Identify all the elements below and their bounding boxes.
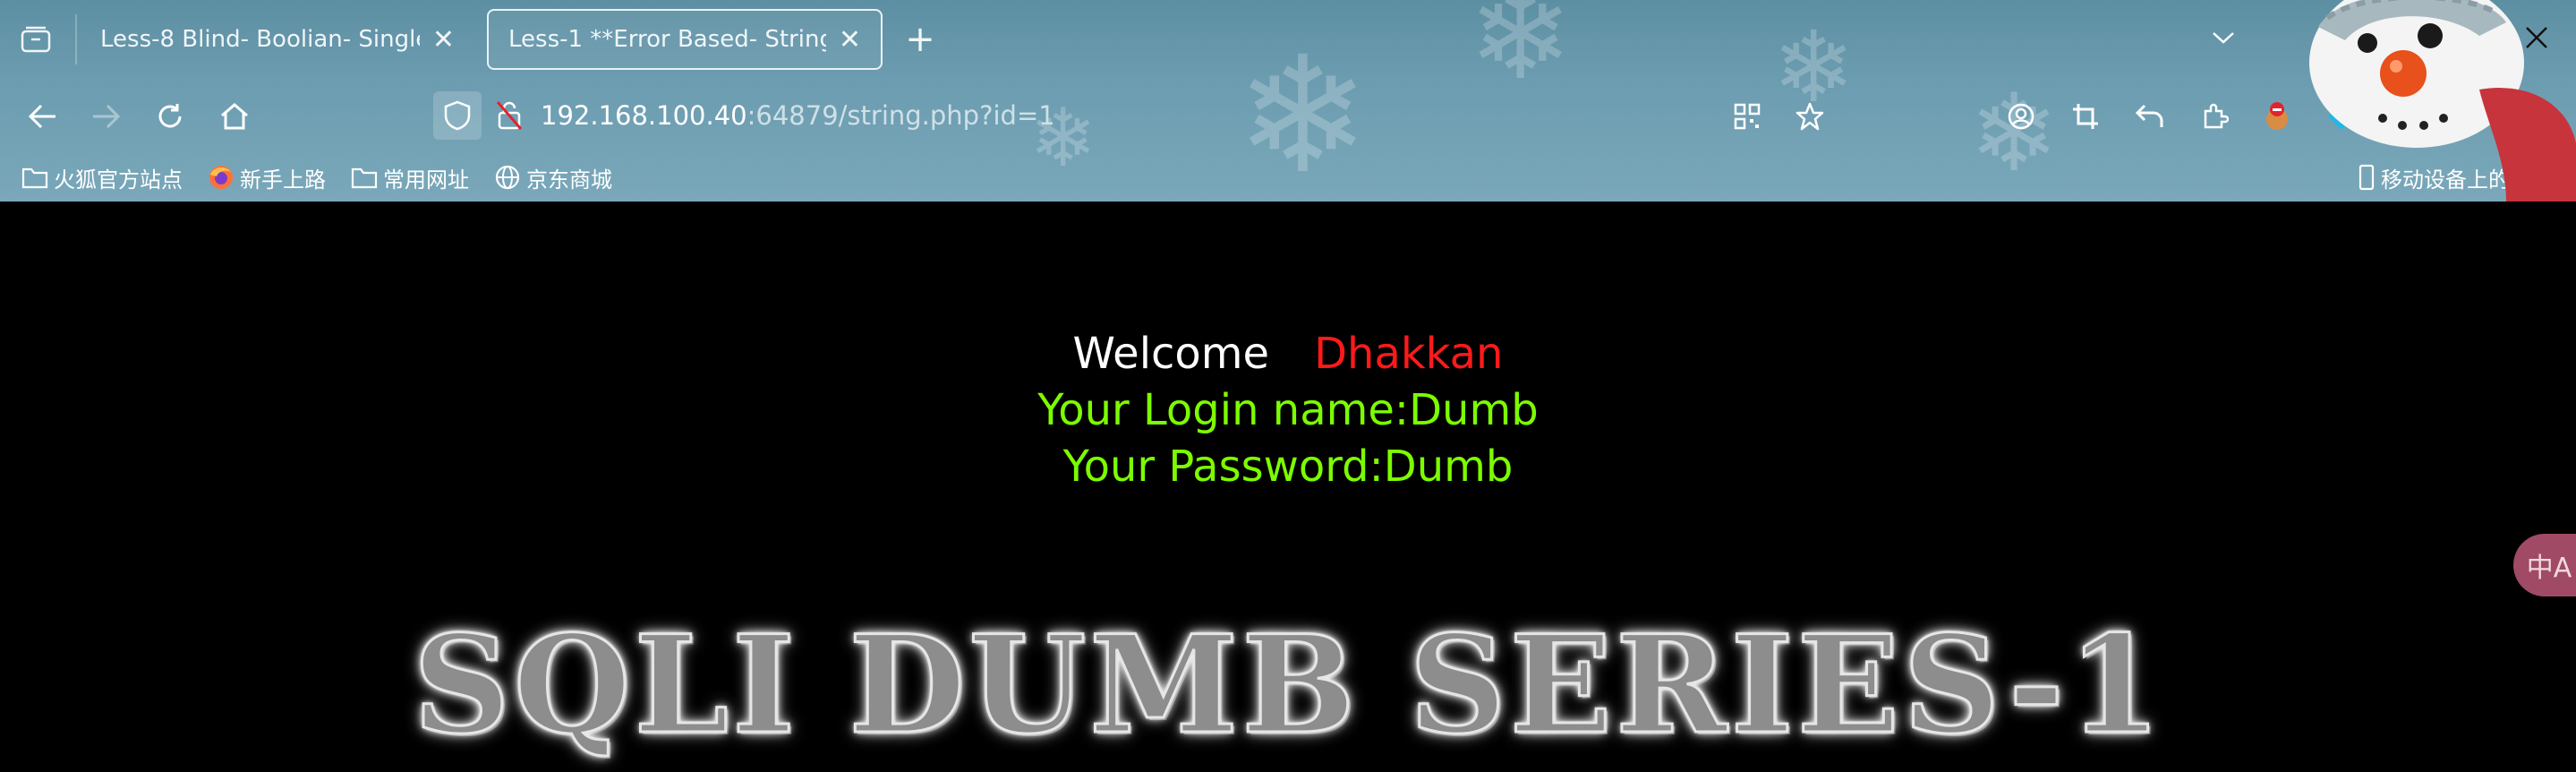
folder-icon: [21, 167, 48, 189]
bookmark-label: 火狐官方站点: [54, 167, 183, 193]
welcome-text: Welcome: [1072, 329, 1270, 379]
qr-code-button[interactable]: [1727, 97, 1767, 136]
crop-icon: [2073, 104, 2098, 129]
close-icon[interactable]: ✕: [839, 24, 861, 56]
tab-less-8[interactable]: Less-8 Blind- Boolian- Single Quotes- St…: [81, 9, 474, 70]
login-name-text: Your Login name:Dumb: [1037, 385, 1539, 435]
forward-button[interactable]: [86, 97, 125, 136]
folder-icon: [351, 167, 378, 189]
back-button[interactable]: [23, 97, 63, 136]
browser-chrome: ❄ ❄ ❄ ❄ ❄ Less-8 Blind- Boolian- Single …: [0, 0, 2576, 202]
globe-icon: [495, 165, 520, 190]
lock-broken-icon: [496, 101, 523, 130]
url-path: :64879/string.php?id=1: [746, 100, 1055, 131]
bookmark-folder-common-sites[interactable]: 常用网址: [351, 161, 469, 193]
tab-list-icon: [21, 26, 51, 53]
navigation-toolbar: 192.168.100.40:64879/string.php?id=1: [0, 79, 2576, 152]
translate-icon: 中A: [2526, 553, 2572, 584]
tracking-protection-button[interactable]: [433, 91, 482, 140]
new-tab-button[interactable]: +: [900, 19, 940, 60]
web-page-content: Welcome Dhakkan Your Login name:Dumb Your…: [0, 202, 2576, 772]
home-icon: [221, 103, 248, 130]
bookmarks-toolbar: 火狐官方站点 新手上路 常用网址 京东商城 移动设备上的书签: [0, 154, 2576, 199]
close-icon[interactable]: ✕: [432, 24, 455, 56]
tab-overview-button[interactable]: [16, 20, 55, 59]
account-icon: [2008, 103, 2034, 130]
floating-translate-button[interactable]: 中A: [2513, 534, 2576, 596]
tab-separator: [75, 14, 77, 64]
forward-arrow-icon: [93, 104, 120, 129]
bookmark-label: 京东商城: [526, 167, 612, 193]
tab-label: Less-8 Blind- Boolian- Single Quotes- St…: [100, 26, 420, 53]
insecure-connection-button[interactable]: [496, 100, 525, 131]
qr-code-icon: [1734, 103, 1761, 130]
bookmark-label: 新手上路: [240, 167, 326, 193]
bookmark-star-button[interactable]: [1790, 97, 1830, 136]
reload-icon: [158, 104, 182, 128]
bookmark-label: 常用网址: [383, 167, 469, 193]
series-title-banner: SQLI DUMB SERIES-1: [412, 606, 2165, 764]
user-name-text: Dhakkan: [1314, 329, 1504, 379]
url-host: 192.168.100.40: [541, 100, 747, 131]
back-arrow-icon: [29, 104, 55, 129]
tab-less-1[interactable]: Less-1 **Error Based- String** ✕: [487, 9, 883, 70]
account-button[interactable]: [2001, 97, 2041, 136]
undo-icon: [2136, 104, 2163, 127]
bookmark-jd-mall[interactable]: 京东商城: [494, 161, 612, 193]
undo-close-tab-button[interactable]: [2130, 97, 2170, 136]
reload-button[interactable]: [150, 97, 190, 136]
shield-icon: [444, 100, 471, 131]
screenshot-button[interactable]: [2066, 97, 2105, 136]
home-button[interactable]: [215, 97, 254, 136]
snowman-theme-decoration: [2309, 0, 2576, 202]
bookmark-folder-firefox-official[interactable]: 火狐官方站点: [21, 161, 183, 193]
password-text: Your Password:Dumb: [1062, 442, 1514, 492]
star-icon: [1796, 102, 1824, 131]
tab-bar: Less-8 Blind- Boolian- Single Quotes- St…: [0, 0, 2576, 79]
firefox-icon: [209, 166, 233, 189]
tab-label: Less-1 **Error Based- String**: [508, 26, 826, 53]
bookmark-getting-started[interactable]: 新手上路: [208, 161, 326, 193]
welcome-line: Welcome Dhakkan: [0, 327, 2576, 381]
